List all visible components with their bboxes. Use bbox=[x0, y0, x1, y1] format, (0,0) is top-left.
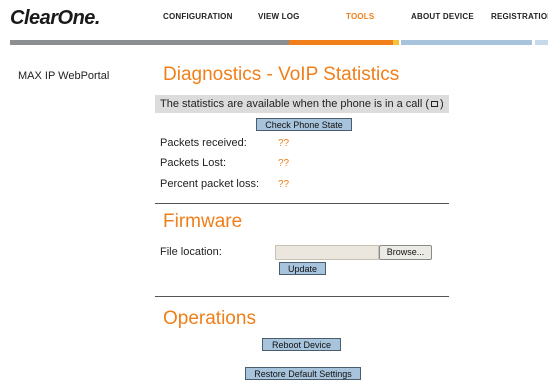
notice-text-end: ) bbox=[440, 98, 444, 110]
file-location-input[interactable] bbox=[275, 245, 379, 260]
call-state-indicator-icon bbox=[431, 100, 439, 107]
header-bar-blue-light bbox=[535, 40, 548, 45]
notice-text: The statistics are available when the ph… bbox=[160, 98, 430, 110]
update-button[interactable]: Update bbox=[279, 262, 326, 275]
packets-lost-value: ?? bbox=[278, 158, 290, 169]
header-bar-accent-yellow bbox=[393, 40, 399, 45]
restore-default-settings-button[interactable]: Restore Default Settings bbox=[245, 367, 361, 380]
call-status-notice: The statistics are available when the ph… bbox=[155, 95, 449, 113]
operations-title: Operations bbox=[163, 308, 256, 329]
firmware-title: Firmware bbox=[163, 211, 243, 232]
sidebar-webportal-label: MAX IP WebPortal bbox=[18, 70, 110, 82]
nav-tools[interactable]: TOOLS bbox=[346, 12, 374, 21]
packets-received-value: ?? bbox=[278, 138, 290, 149]
nav-about-device[interactable]: ABOUT DEVICE bbox=[411, 12, 474, 21]
browse-button[interactable]: Browse... bbox=[379, 245, 432, 260]
nav-view-log[interactable]: VIEW LOG bbox=[258, 12, 300, 21]
packets-received-label: Packets received: bbox=[160, 137, 247, 149]
section-divider bbox=[155, 203, 449, 204]
header-bar-tools-active bbox=[289, 40, 393, 45]
section-divider bbox=[155, 296, 449, 297]
percent-packet-loss-value: ?? bbox=[278, 179, 290, 190]
diagnostics-title: Diagnostics - VoIP Statistics bbox=[163, 64, 400, 85]
header-bar-gray bbox=[10, 40, 289, 45]
file-location-label: File location: bbox=[160, 246, 222, 258]
nav-registration[interactable]: REGISTRATION bbox=[491, 12, 548, 21]
clearone-logo: ClearOne. bbox=[10, 7, 100, 29]
reboot-device-button[interactable]: Reboot Device bbox=[262, 338, 341, 351]
nav-configuration[interactable]: CONFIGURATION bbox=[163, 12, 233, 21]
packets-lost-label: Packets Lost: bbox=[160, 157, 227, 169]
header-bar-blue bbox=[401, 40, 532, 45]
check-phone-state-button[interactable]: Check Phone State bbox=[256, 118, 352, 131]
percent-packet-loss-label: Percent packet loss: bbox=[160, 178, 260, 190]
